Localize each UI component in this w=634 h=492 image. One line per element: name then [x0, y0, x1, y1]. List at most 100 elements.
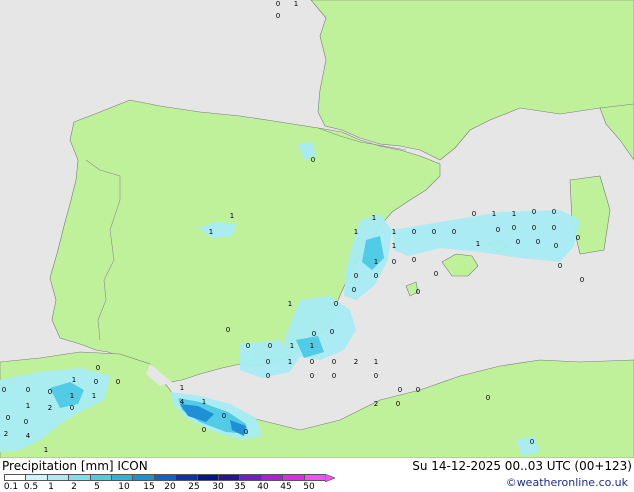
legend-tick-label: 10: [118, 482, 130, 492]
precip-value-label: 0: [48, 388, 52, 396]
precip-value-label: 1: [310, 342, 314, 350]
precip-value-label: 0: [536, 238, 540, 246]
precip-value-label: 0: [354, 272, 358, 280]
precip-value-label: 1: [202, 398, 206, 406]
precip-value-label: 0: [580, 276, 584, 284]
legend-tick-label: 15: [143, 482, 155, 492]
precip-value-label: 2: [374, 400, 378, 408]
legend-tick-label: 0.5: [23, 482, 39, 492]
precip-value-label: 1: [476, 240, 480, 248]
precip-value-label: 1: [492, 210, 496, 218]
precip-value-label: 0: [486, 394, 490, 402]
model-label: ICON: [117, 459, 148, 473]
precip-value-label: 1: [288, 300, 292, 308]
precip-value-label: 0: [552, 208, 556, 216]
product-label: Precipitation [mm]: [2, 459, 114, 473]
precip-value-label: 1: [70, 392, 74, 400]
legend-swatch: [260, 474, 284, 481]
precip-value-label: 0: [512, 224, 516, 232]
legend-swatch: [46, 474, 70, 481]
footer: Precipitation [mm] ICON Su 14-12-2025 00…: [0, 458, 634, 492]
legend-tick-label: 0.1: [3, 482, 19, 492]
precip-value-label: 0: [266, 358, 270, 366]
precip-value-label: 0: [398, 386, 402, 394]
legend-swatch: [153, 474, 177, 481]
precip-value-label: 4: [26, 432, 31, 440]
precip-value-label: 0: [226, 326, 230, 334]
precip-value-label: 0: [416, 386, 420, 394]
precip-value-label: 0: [202, 426, 206, 434]
precip-value-label: 0: [26, 386, 30, 394]
precip-value-label: 1: [288, 358, 292, 366]
legend-swatch: [68, 474, 91, 481]
precip-value-label: 0: [576, 234, 580, 242]
precip-value-label: 0: [374, 272, 378, 280]
precip-value-label: 1: [354, 228, 358, 236]
precip-value-label: 0: [558, 262, 562, 270]
precip-value-label: 1: [230, 212, 234, 220]
precip-value-label: 0: [276, 0, 280, 8]
precip-value-label: 0: [432, 228, 436, 236]
precipitation-map: 0 1 0 0 1 1 1 1 1 0 0 0 0 1 1 0 0 0 0 0 0 1 0 0 0 0 0 1 1 0 0 0 0 0 0 0 0 1 0 0…: [0, 0, 634, 458]
precip-value-label: 0: [244, 428, 248, 436]
precip-value-label: 0: [412, 228, 416, 236]
legend-swatch: [132, 474, 155, 481]
product-title: Precipitation [mm] ICON: [2, 459, 148, 473]
legend-swatch: [218, 474, 241, 481]
precip-value-label: 0: [246, 342, 250, 350]
legend-swatch: [4, 474, 27, 481]
precip-value-label: 0: [310, 358, 314, 366]
precip-value-label: 0: [116, 378, 120, 386]
precip-value-label: 1: [512, 210, 516, 218]
precip-value-label: 0: [496, 226, 500, 234]
precip-value-label: 1: [372, 214, 376, 222]
precip-value-label: 0: [334, 300, 338, 308]
precip-value-label: 0: [516, 238, 520, 246]
legend-tick-label: 40: [257, 482, 269, 492]
legend-swatch: [282, 474, 305, 481]
legend-tick-label: 35: [234, 482, 246, 492]
legend-swatch: [196, 474, 219, 481]
legend-swatch: [175, 474, 198, 481]
precip-value-label: 0: [6, 414, 10, 422]
precip-value-label: 0: [532, 208, 536, 216]
precip-value-label: 0: [70, 404, 74, 412]
precip-value-label: 0: [452, 228, 456, 236]
precip-value-label: 1: [290, 342, 294, 350]
legend-tick-label: 25: [188, 482, 200, 492]
precip-value-label: 1: [92, 392, 96, 400]
precip-value-label: 0: [266, 372, 270, 380]
precip-value-label: 2: [4, 430, 8, 438]
credit-link[interactable]: ©weatheronline.co.uk: [506, 476, 628, 489]
precip-value-label: 0: [374, 372, 378, 380]
precip-value-label: 1: [72, 376, 76, 384]
precip-value-label: 1: [374, 358, 378, 366]
precip-value-label: 0: [352, 286, 356, 294]
legend-tick-label: 1: [48, 482, 54, 492]
precip-value-label: 0: [268, 342, 272, 350]
legend-swatch: [303, 474, 326, 481]
precip-value-label: 1: [374, 258, 378, 266]
legend-tick-label: 50: [303, 482, 315, 492]
legend-colorbar: [4, 474, 335, 482]
legend-swatch: [239, 474, 262, 481]
precip-value-label: 0: [310, 372, 314, 380]
precip-value-label: 0: [2, 386, 6, 394]
valid-time: Su 14-12-2025 00..03 UTC (00+123): [412, 459, 632, 473]
legend-tick-label: 30: [212, 482, 224, 492]
precip-value-label: 1: [180, 384, 184, 392]
precip-value-label: 0: [330, 328, 334, 336]
precip-value-label: 0: [222, 412, 226, 420]
precip-value-label: 0: [276, 12, 280, 20]
precip-value-label: 0: [332, 358, 336, 366]
precip-value-label: 0: [311, 156, 315, 164]
precip-value-label: 0: [554, 242, 558, 250]
precip-value-label: 0: [396, 400, 400, 408]
precip-value-label: 0: [530, 438, 534, 446]
precip-value-label: 1: [294, 0, 298, 8]
precip-value-label: 0: [434, 270, 438, 278]
precip-value-label: 2: [354, 358, 358, 366]
precip-value-label: 4: [180, 398, 185, 406]
precip-value-label: 0: [94, 378, 98, 386]
precip-value-label: 0: [96, 364, 100, 372]
